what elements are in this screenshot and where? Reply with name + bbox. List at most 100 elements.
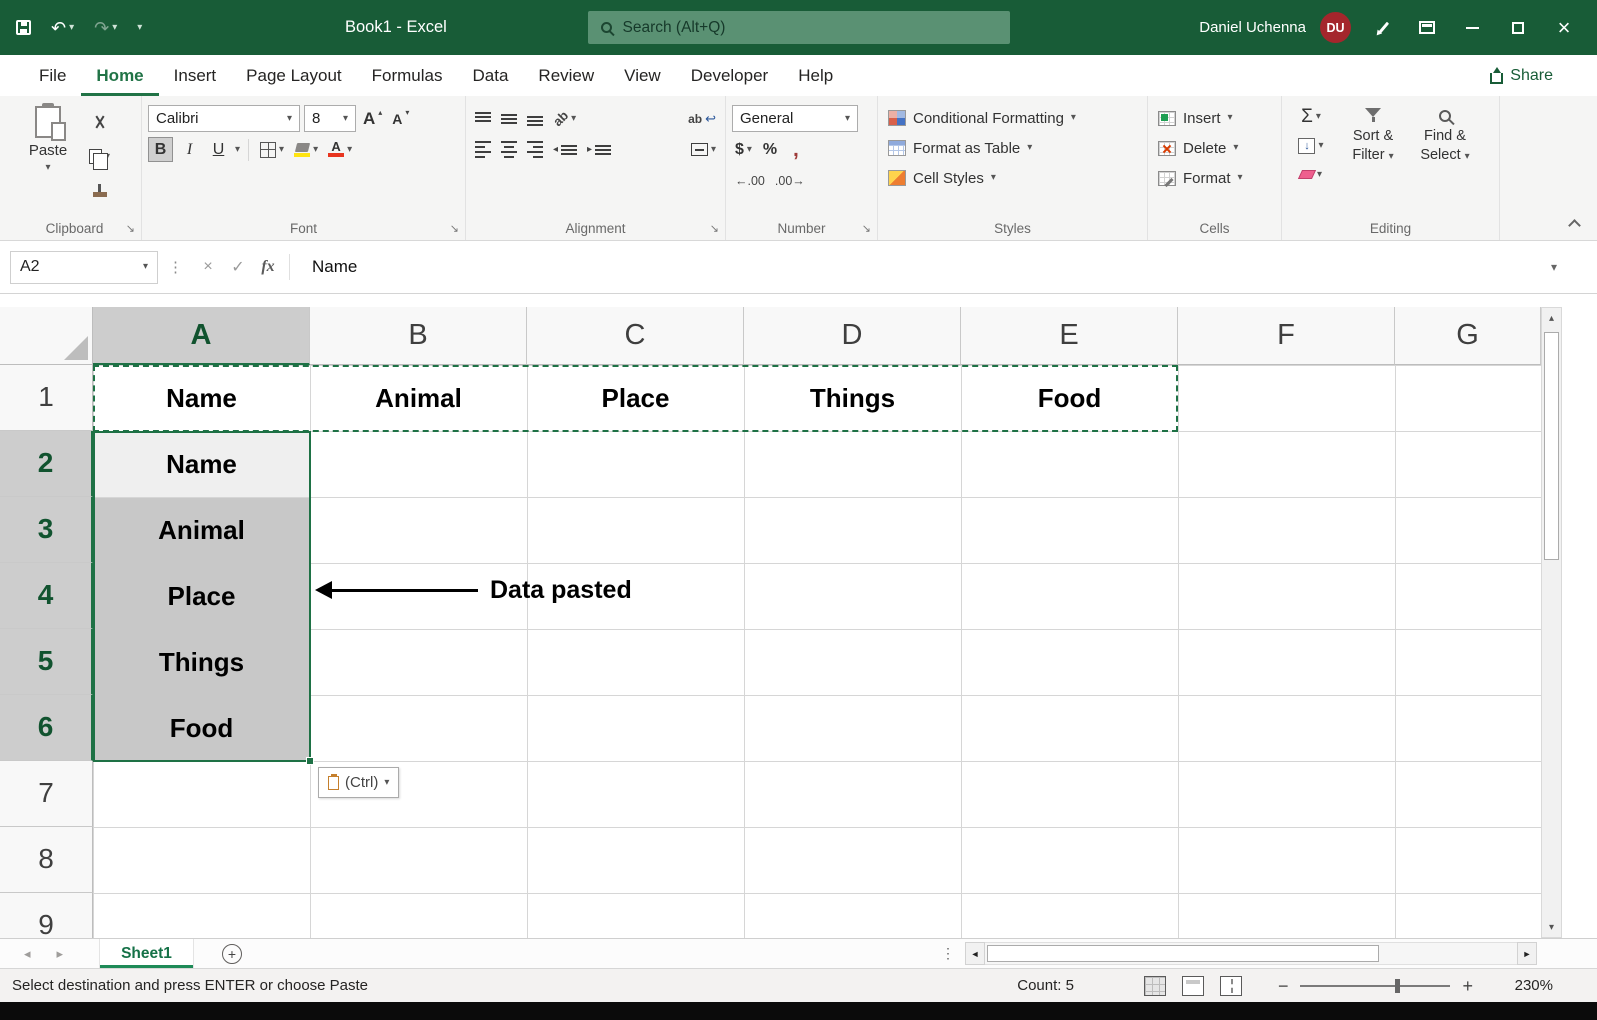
zoom-slider-thumb[interactable] <box>1394 978 1400 993</box>
zoom-slider[interactable] <box>1300 978 1451 993</box>
increase-decimal-button[interactable]: ←.00 <box>732 167 768 194</box>
tab-page-layout[interactable]: Page Layout <box>231 55 356 96</box>
sort-filter-button[interactable]: Sort & Filter ▾ <box>1340 103 1406 188</box>
minimize-button[interactable] <box>1449 0 1495 55</box>
pen-button[interactable] <box>1361 0 1405 55</box>
row-header-5[interactable]: 5 <box>0 629 93 695</box>
cell-D1[interactable]: Things <box>744 365 961 431</box>
cell-A1[interactable]: Name <box>93 365 310 431</box>
row-header-4[interactable]: 4 <box>0 563 93 629</box>
zoom-level[interactable]: 230% <box>1501 977 1553 994</box>
scroll-up-icon[interactable]: ▴ <box>1549 308 1554 328</box>
column-header-C[interactable]: C <box>527 307 744 365</box>
align-middle-button[interactable] <box>498 105 520 132</box>
tab-view[interactable]: View <box>609 55 676 96</box>
tab-developer[interactable]: Developer <box>676 55 784 96</box>
align-top-button[interactable] <box>472 105 494 132</box>
align-center-button[interactable] <box>498 136 520 163</box>
column-header-F[interactable]: F <box>1178 307 1395 365</box>
grid-body[interactable]: Name Animal Place Things Food Name Anima… <box>93 365 1541 938</box>
close-button[interactable]: × <box>1541 0 1587 55</box>
horizontal-scrollbar[interactable]: ⋮ ◄ ► <box>941 942 1537 965</box>
insert-cells-button[interactable]: Insert ▾ <box>1154 103 1275 133</box>
borders-button[interactable]: ▾ <box>257 136 287 163</box>
copy-button[interactable]: ▾ <box>86 143 113 170</box>
cell-styles-button[interactable]: Cell Styles ▾ <box>884 163 1141 193</box>
format-painter-button[interactable] <box>86 177 113 204</box>
font-size-select[interactable]: 8 ▾ <box>304 105 356 132</box>
row-header-1[interactable]: 1 <box>0 365 93 431</box>
cell-A5[interactable]: Things <box>93 629 310 695</box>
column-header-D[interactable]: D <box>744 307 961 365</box>
find-select-button[interactable]: Find & Select ▾ <box>1412 103 1478 188</box>
row-header-7[interactable]: 7 <box>0 761 93 827</box>
page-break-view-button[interactable] <box>1219 975 1242 996</box>
zoom-out-button[interactable]: − <box>1278 977 1289 995</box>
select-all-corner[interactable] <box>0 307 93 365</box>
accounting-format-button[interactable]: $ ▾ <box>732 136 755 163</box>
cut-button[interactable] <box>86 109 113 136</box>
cell-A6[interactable]: Food <box>93 695 310 761</box>
tab-insert[interactable]: Insert <box>159 55 232 96</box>
undo-button[interactable]: ↶ ▾ <box>51 19 74 37</box>
fill-color-button[interactable]: ▾ <box>291 136 321 163</box>
search-box[interactable]: Search (Alt+Q) <box>587 11 1010 44</box>
zoom-in-button[interactable]: + <box>1462 977 1473 995</box>
avatar[interactable]: DU <box>1320 12 1351 43</box>
dialog-launcher-icon[interactable]: ↘ <box>710 222 719 235</box>
underline-button[interactable]: U <box>206 137 231 162</box>
wrap-text-button[interactable]: ab ↩ <box>685 105 719 132</box>
vertical-scrollbar[interactable]: ▴ ▾ <box>1541 307 1562 938</box>
increase-indent-button[interactable]: ▸ <box>584 136 614 163</box>
tab-data[interactable]: Data <box>458 55 524 96</box>
row-header-9[interactable]: 9 <box>0 893 93 938</box>
scroll-left-icon[interactable]: ◄ <box>965 942 985 965</box>
cell-C1[interactable]: Place <box>527 365 744 431</box>
splitter-dots-icon[interactable]: ⋮ <box>941 945 955 962</box>
scroll-right-icon[interactable]: ► <box>1517 942 1537 965</box>
row-header-6[interactable]: 6 <box>0 695 93 761</box>
tab-help[interactable]: Help <box>783 55 848 96</box>
dialog-launcher-icon[interactable]: ↘ <box>450 222 459 235</box>
cancel-icon[interactable]: × <box>193 258 223 276</box>
clear-button[interactable]: ▾ <box>1288 161 1334 188</box>
prev-sheet-icon[interactable]: ◂ <box>24 946 31 962</box>
insert-function-icon[interactable]: fx <box>253 258 283 276</box>
cell-A2[interactable]: Name <box>93 431 310 497</box>
formula-input[interactable]: Name <box>296 257 1551 277</box>
column-header-A[interactable]: A <box>93 307 310 365</box>
comma-style-button[interactable]: , <box>785 136 807 163</box>
percent-style-button[interactable]: % <box>759 136 781 163</box>
tab-file[interactable]: File <box>24 55 81 96</box>
increase-font-size-button[interactable]: A ▴ <box>360 105 385 132</box>
fill-button[interactable]: ↓ ▾ <box>1288 132 1334 159</box>
maximize-button[interactable] <box>1495 0 1541 55</box>
paste-options-button[interactable]: (Ctrl) ▾ <box>318 767 400 798</box>
horizontal-scroll-thumb[interactable] <box>987 945 1379 962</box>
delete-cells-button[interactable]: Delete ▾ <box>1154 133 1275 163</box>
orientation-button[interactable]: ab ▾ <box>550 105 579 132</box>
row-header-3[interactable]: 3 <box>0 497 93 563</box>
number-format-select[interactable]: General ▾ <box>732 105 858 132</box>
align-right-button[interactable] <box>524 136 546 163</box>
customize-toolbar-button[interactable]: ▾ <box>137 22 142 33</box>
tab-review[interactable]: Review <box>523 55 609 96</box>
decrease-indent-button[interactable]: ◂ <box>550 136 580 163</box>
autosum-button[interactable]: Σ ▾ <box>1288 103 1334 130</box>
font-color-button[interactable]: A ▾ <box>325 136 355 163</box>
tab-formulas[interactable]: Formulas <box>357 55 458 96</box>
dialog-launcher-icon[interactable]: ↘ <box>126 222 135 235</box>
format-as-table-button[interactable]: Format as Table ▾ <box>884 133 1141 163</box>
horizontal-scroll-track[interactable] <box>985 942 1517 965</box>
save-button[interactable] <box>16 20 31 35</box>
vertical-scroll-thumb[interactable] <box>1544 332 1559 560</box>
collapse-ribbon-icon[interactable] <box>1568 219 1581 232</box>
share-button[interactable]: Share <box>1490 55 1553 96</box>
tab-home[interactable]: Home <box>81 55 158 96</box>
column-header-E[interactable]: E <box>961 307 1178 365</box>
align-bottom-button[interactable] <box>524 105 546 132</box>
cell-A3[interactable]: Animal <box>93 497 310 563</box>
name-box[interactable]: A2 ▾ <box>10 250 158 284</box>
bold-button[interactable]: B <box>148 137 173 162</box>
ribbon-display-button[interactable] <box>1405 0 1449 55</box>
